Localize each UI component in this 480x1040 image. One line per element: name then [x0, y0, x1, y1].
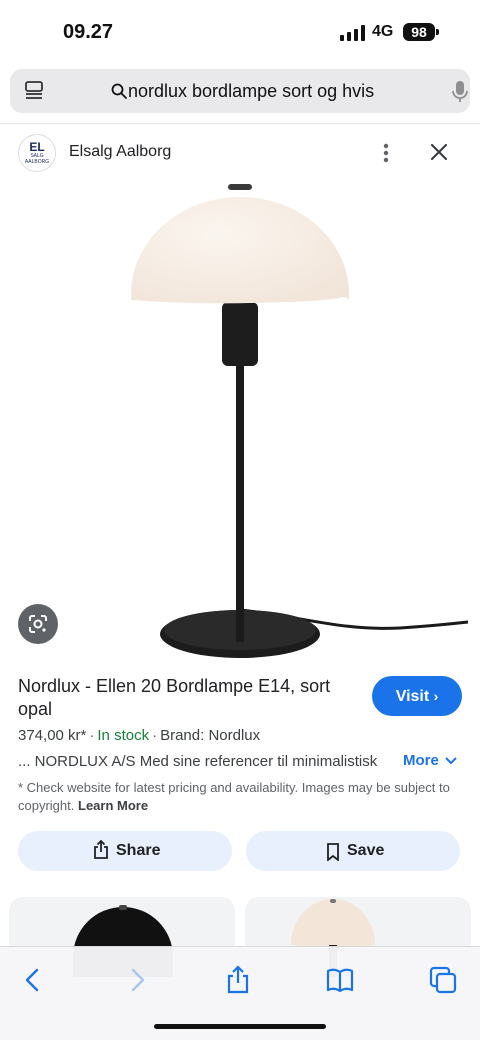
product-image[interactable]: [0, 176, 480, 666]
signal-icon: [340, 25, 365, 41]
battery-tip: [436, 29, 439, 35]
more-label: More: [403, 752, 439, 769]
chevron-right-icon: ›: [433, 688, 439, 704]
lens-icon: [29, 615, 47, 633]
source-logo[interactable]: EL SALG AALBORG: [18, 134, 56, 172]
separator-dot: ·: [89, 727, 95, 744]
book-icon[interactable]: [325, 965, 355, 995]
share-icon: [94, 840, 108, 859]
mic-icon[interactable]: [450, 80, 470, 104]
save-label: Save: [347, 842, 385, 859]
forward-icon[interactable]: [122, 965, 152, 995]
share-icon[interactable]: [223, 965, 253, 995]
price-line: 374,00 kr* · In stock · Brand: Nordlux: [18, 727, 260, 744]
more-link[interactable]: More: [403, 752, 457, 769]
more-vert-icon[interactable]: [377, 142, 395, 164]
bookmark-icon: [327, 843, 339, 861]
close-icon[interactable]: [428, 141, 450, 163]
disclaimer: * Check website for latest pricing and a…: [18, 779, 464, 815]
search-query[interactable]: nordlux bordlampe sort og hvis: [128, 81, 374, 102]
stock-status: In stock: [97, 727, 150, 744]
source-name[interactable]: Elsalg Aalborg: [69, 143, 171, 161]
share-label: Share: [116, 842, 161, 859]
home-indicator: [154, 1024, 326, 1029]
share-button[interactable]: Share: [18, 831, 232, 871]
logo-subtext: SALG AALBORG: [24, 153, 50, 165]
chevron-down-icon: [445, 757, 457, 765]
logo-text: EL: [29, 140, 45, 154]
visit-button[interactable]: Visit ›: [372, 676, 462, 716]
separator-dot: ·: [152, 727, 158, 744]
address-bar[interactable]: nordlux bordlampe sort og hvis: [10, 69, 470, 113]
learn-more-link[interactable]: Learn More: [78, 798, 148, 813]
battery-badge: 98: [403, 23, 435, 41]
lens-button[interactable]: [18, 604, 58, 644]
divider: [0, 123, 480, 124]
brand: Brand: Nordlux: [160, 727, 261, 744]
status-bar: 09.27 4G 98: [0, 0, 480, 64]
status-time: 09.27: [63, 21, 114, 43]
tabs-icon[interactable]: [23, 80, 45, 102]
product-description: ... NORDLUX A/S Med sine referencer til …: [18, 753, 378, 770]
back-icon[interactable]: [18, 965, 48, 995]
search-icon: [111, 83, 127, 99]
network-label: 4G: [372, 23, 394, 40]
product-title[interactable]: Nordlux - Ellen 20 Bordlampe E14, sort o…: [18, 675, 358, 721]
price: 374,00 kr*: [18, 727, 87, 744]
save-button[interactable]: Save: [246, 831, 460, 871]
visit-label: Visit: [395, 688, 430, 705]
tabs-overview-icon[interactable]: [428, 965, 458, 995]
